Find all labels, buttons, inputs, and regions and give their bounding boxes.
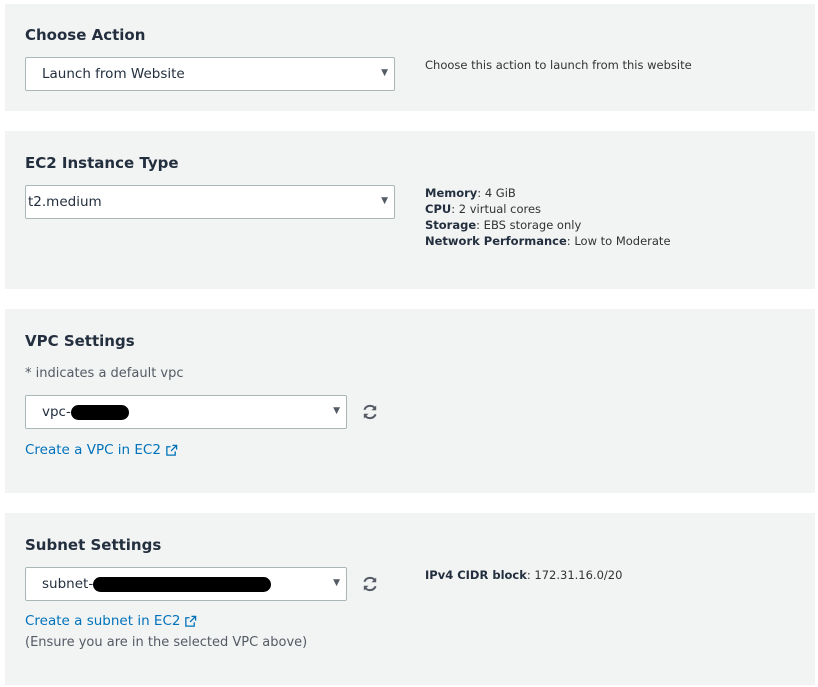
caret-down-icon: ▼ [381,196,388,206]
create-vpc-link[interactable]: Create a VPC in EC2 [25,442,178,458]
spec-storage: Storage: EBS storage only [425,218,582,232]
external-link-icon [166,444,178,456]
subnet-value: subnet- [42,576,94,592]
choose-action-value: Launch from Website [42,66,185,82]
vpc-settings-panel: VPC Settings * indicates a default vpc v… [5,309,815,493]
choose-action-description: Choose this action to launch from this w… [425,58,692,72]
vpc-select[interactable]: vpc- ▼ [25,395,347,429]
caret-down-icon: ▼ [333,578,340,588]
subnet-cidr-info: IPv4 CIDR block: 172.31.16.0/20 [425,567,622,583]
spec-memory: Memory: 4 GiB [425,186,516,200]
refresh-icon[interactable] [361,403,379,421]
choose-action-title: Choose Action [25,26,146,44]
caret-down-icon: ▼ [381,68,388,78]
subnet-vpc-note: (Ensure you are in the selected VPC abov… [25,635,308,650]
refresh-icon[interactable] [361,575,379,593]
redacted-subnet-id [93,576,272,592]
choose-action-select[interactable]: Launch from Website ▼ [25,57,395,91]
caret-down-icon: ▼ [333,406,340,416]
redacted-vpc-id [70,404,129,420]
spec-cpu: CPU: 2 virtual cores [425,202,542,216]
cidr-value: : 172.31.16.0/20 [526,568,623,582]
subnet-settings-panel: Subnet Settings subnet- ▼ IPv4 CIDR bloc… [5,513,815,685]
cidr-label: IPv4 CIDR block [425,568,527,582]
create-subnet-link[interactable]: Create a subnet in EC2 [25,613,197,629]
subnet-select[interactable]: subnet- ▼ [25,567,347,601]
choose-action-panel: Choose Action Launch from Website ▼ Choo… [5,4,815,111]
ec2-instance-type-select[interactable]: t2.medium ▼ [25,185,395,219]
subnet-settings-title: Subnet Settings [25,536,162,554]
ec2-instance-type-title: EC2 Instance Type [25,154,179,172]
default-vpc-hint: * indicates a default vpc [25,366,184,381]
spec-network: Network Performance: Low to Moderate [425,234,671,248]
vpc-value: vpc- [42,404,71,420]
ec2-instance-type-value: t2.medium [28,194,102,210]
ec2-instance-type-panel: EC2 Instance Type t2.medium ▼ Memory: 4 … [5,131,815,289]
external-link-icon [185,615,197,627]
vpc-settings-title: VPC Settings [25,332,135,350]
ec2-instance-specs: Memory: 4 GiB CPU: 2 virtual cores Stora… [425,185,671,249]
